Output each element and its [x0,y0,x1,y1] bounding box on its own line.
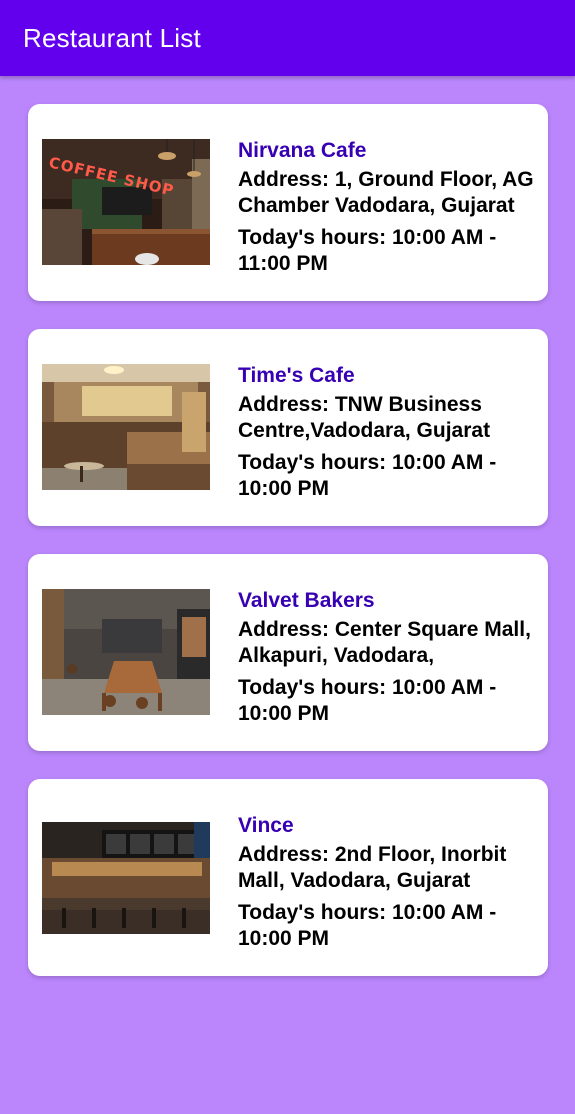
page-title: Restaurant List [23,22,201,53]
restaurant-card[interactable]: Vince Address: 2nd Floor, Inorbit Mall, … [28,779,548,976]
restaurant-name: Time's Cafe [238,364,355,387]
restaurant-name: Nirvana Cafe [238,139,367,162]
restaurant-photo: COFFEE SHOP [42,139,210,265]
restaurant-photo [42,364,210,490]
restaurant-name: Vince [238,814,294,837]
restaurant-hours: Today's hours: 10:00 AM - 10:00 PM [238,451,497,500]
restaurant-name: Valvet Bakers [238,589,375,612]
restaurant-info: Valvet Bakers Address: Center Square Mal… [238,588,538,727]
restaurant-photo [42,822,210,934]
restaurant-info: Vince Address: 2nd Floor, Inorbit Mall, … [238,813,538,952]
restaurant-info: Time's Cafe Address: TNW Business Centre… [238,363,538,502]
restaurant-hours: Today's hours: 10:00 AM - 11:00 PM [238,226,497,275]
restaurant-hours: Today's hours: 10:00 AM - 10:00 PM [238,901,497,950]
restaurant-info: Nirvana Cafe Address: 1, Ground Floor, A… [238,138,538,277]
restaurant-card[interactable]: Time's Cafe Address: TNW Business Centre… [28,329,548,526]
restaurant-hours: Today's hours: 10:00 AM - 10:00 PM [238,676,497,725]
restaurant-address: Address: Center Square Mall, Alkapuri, V… [238,618,531,667]
restaurant-photo [42,589,210,715]
restaurant-address: Address: 2nd Floor, Inorbit Mall, Vadoda… [238,843,507,892]
restaurant-list[interactable]: COFFEE SHOP Nirvana Cafe Address: 1, Gro… [28,104,548,1004]
restaurant-address: Address: 1, Ground Floor, AG Chamber Vad… [238,168,534,217]
app-bar: Restaurant List [0,0,575,76]
restaurant-card[interactable]: COFFEE SHOP Nirvana Cafe Address: 1, Gro… [28,104,548,301]
restaurant-address: Address: TNW Business Centre,Vadodara, G… [238,393,491,442]
restaurant-card[interactable]: Valvet Bakers Address: Center Square Mal… [28,554,548,751]
